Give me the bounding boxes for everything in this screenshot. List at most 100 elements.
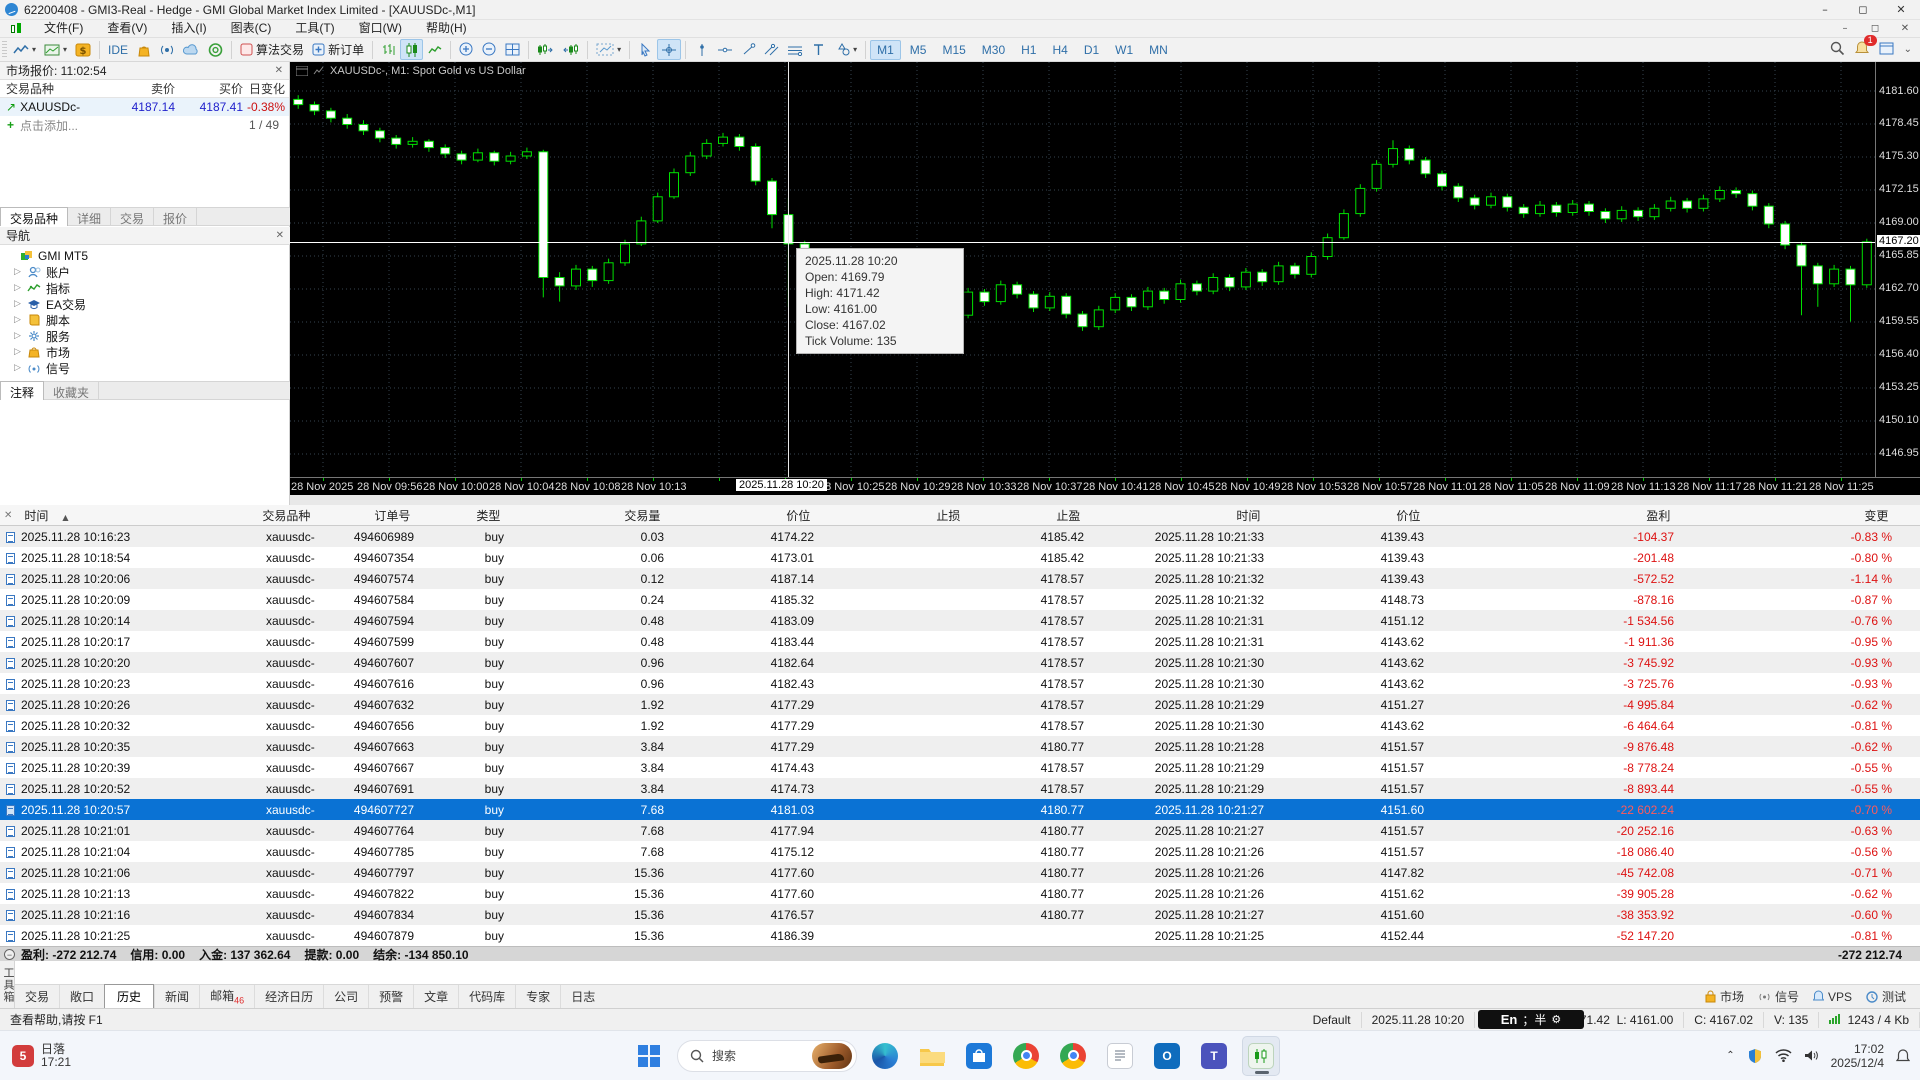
- tester-link[interactable]: 测试: [1866, 988, 1906, 1005]
- new-order-button[interactable]: 新订单: [308, 39, 368, 60]
- history-col-8[interactable]: 时间: [1086, 507, 1266, 524]
- history-close-icon[interactable]: ✕: [0, 510, 18, 521]
- expand-icon[interactable]: ▷: [14, 299, 26, 309]
- taskbar-clock[interactable]: 17:022025/12/4: [1831, 1042, 1884, 1070]
- expand-icon[interactable]: ▷: [14, 283, 26, 293]
- history-row[interactable]: 2025.11.28 10:20:35xauusdc-494607663buy3…: [0, 736, 1920, 757]
- start-button[interactable]: [630, 1036, 668, 1076]
- toolbox-tab-交易[interactable]: 交易: [15, 985, 59, 1008]
- toolbox-tab-敞口[interactable]: 敞口: [59, 985, 104, 1008]
- history-row[interactable]: 2025.11.28 10:20:39xauusdc-494607667buy3…: [0, 757, 1920, 778]
- taskbar-app-store[interactable]: [960, 1036, 998, 1076]
- market-watch-close-icon[interactable]: ✕: [275, 65, 283, 76]
- panels-icon[interactable]: [1879, 42, 1894, 58]
- menu-文件(F)[interactable]: 文件(F): [32, 20, 95, 37]
- child-close-button[interactable]: ✕: [1890, 20, 1920, 37]
- taskbar-app-edge[interactable]: [866, 1036, 904, 1076]
- menu-查看(V)[interactable]: 查看(V): [95, 20, 159, 37]
- timeframe-M15[interactable]: M15: [935, 40, 972, 60]
- community-button[interactable]: [204, 39, 227, 60]
- toolbox-tab-历史[interactable]: 历史: [104, 984, 154, 1009]
- child-restore-button[interactable]: ◻: [1860, 20, 1890, 37]
- menu-帮助(H)[interactable]: 帮助(H): [414, 20, 479, 37]
- history-col-4[interactable]: 交易量: [506, 507, 666, 524]
- ime-indicator[interactable]: En ；半 ⚙: [1478, 1010, 1584, 1029]
- mw-col-卖价[interactable]: 卖价: [105, 80, 175, 97]
- fibonacci-tool[interactable]: [783, 39, 807, 60]
- tray-chevron-icon[interactable]: ⌃: [1726, 1050, 1734, 1061]
- crosshair-tool-button[interactable]: [657, 39, 681, 60]
- signals-link[interactable]: 信号: [1758, 988, 1799, 1005]
- close-button[interactable]: ✕: [1882, 0, 1920, 19]
- cloud-button[interactable]: [179, 39, 204, 60]
- history-col-1[interactable]: 交易品种: [256, 507, 311, 524]
- timeframe-M30[interactable]: M30: [975, 40, 1012, 60]
- toolbox-tab-代码库[interactable]: 代码库: [458, 985, 515, 1008]
- collapse-summary-icon[interactable]: −: [4, 949, 15, 960]
- nav-item-市场[interactable]: ▷市场: [0, 344, 290, 360]
- speaker-icon[interactable]: [1804, 1049, 1819, 1062]
- toolbox-tab-预警[interactable]: 预警: [368, 985, 413, 1008]
- history-row[interactable]: 2025.11.28 10:21:13xauusdc-494607822buy1…: [0, 883, 1920, 904]
- history-row[interactable]: 2025.11.28 10:20:09xauusdc-494607584buy0…: [0, 589, 1920, 610]
- tab-报价[interactable]: 报价: [154, 208, 197, 225]
- history-row[interactable]: 2025.11.28 10:18:54xauusdc-494607354buy0…: [0, 547, 1920, 568]
- history-col-2[interactable]: 订单号: [311, 507, 416, 524]
- nav-item-指标[interactable]: ▷指标: [0, 280, 290, 296]
- notification-bell-icon[interactable]: [1896, 1049, 1910, 1063]
- history-row[interactable]: 2025.11.28 10:20:52xauusdc-494607691buy3…: [0, 778, 1920, 799]
- taskbar-app-outlook[interactable]: O: [1148, 1036, 1186, 1076]
- history-col-9[interactable]: 价位: [1266, 507, 1426, 524]
- history-row[interactable]: 2025.11.28 10:21:16xauusdc-494607834buy1…: [0, 904, 1920, 925]
- tab-交易品种[interactable]: 交易品种: [0, 207, 68, 226]
- toolbox-tab-专家[interactable]: 专家: [515, 985, 560, 1008]
- taskbar-search[interactable]: 搜索: [677, 1040, 857, 1072]
- toolbox-tab-新闻[interactable]: 新闻: [154, 985, 199, 1008]
- navigator-close-icon[interactable]: ✕: [276, 230, 284, 241]
- algo-trading-button[interactable]: 算法交易: [236, 39, 308, 60]
- expand-icon[interactable]: ▷: [14, 315, 26, 325]
- history-col-7[interactable]: 止盈: [966, 507, 1086, 524]
- taskbar-app-notes[interactable]: [1101, 1036, 1139, 1076]
- menu-工具(T)[interactable]: 工具(T): [283, 20, 346, 37]
- history-col-10[interactable]: 盈利: [1426, 507, 1676, 524]
- expand-icon[interactable]: ▷: [14, 267, 26, 277]
- tab-收藏夹[interactable]: 收藏夹: [44, 382, 99, 399]
- market-watch-row[interactable]: ↗XAUUSDc- 4187.14 4187.41 -0.38%: [0, 98, 289, 116]
- nav-root[interactable]: GMI MT5: [0, 248, 290, 264]
- taskbar-app-mt5[interactable]: [1242, 1036, 1280, 1076]
- cursor-tool-button[interactable]: [634, 39, 657, 60]
- status-profile[interactable]: Default: [1303, 1012, 1362, 1028]
- toolbox-tab-经济日历[interactable]: 经济日历: [254, 985, 323, 1008]
- candles-chart-button[interactable]: [400, 39, 423, 60]
- timeframe-H4[interactable]: H4: [1045, 40, 1074, 60]
- taskbar-app-teams[interactable]: T: [1195, 1036, 1233, 1076]
- timeframe-M1[interactable]: M1: [870, 40, 901, 60]
- tile-windows-button[interactable]: [501, 39, 524, 60]
- nav-item-脚本[interactable]: ▷脚本: [0, 312, 290, 328]
- taskbar-app-chrome-1[interactable]: [1007, 1036, 1045, 1076]
- market-store-button[interactable]: [132, 39, 155, 60]
- search-icon[interactable]: [1830, 41, 1845, 59]
- history-row[interactable]: 2025.11.28 10:20:06xauusdc-494607574buy0…: [0, 568, 1920, 589]
- mw-col-买价[interactable]: 买价: [175, 80, 243, 97]
- trendline-tool[interactable]: [737, 39, 760, 60]
- channel-tool[interactable]: [760, 39, 783, 60]
- tab-详细[interactable]: 详细: [68, 208, 111, 225]
- history-col-11[interactable]: 变更: [1676, 507, 1894, 524]
- history-row[interactable]: 2025.11.28 10:20:32xauusdc-494607656buy1…: [0, 715, 1920, 736]
- timeframe-MN[interactable]: MN: [1142, 40, 1175, 60]
- menu-插入(I)[interactable]: 插入(I): [159, 20, 218, 37]
- history-col-6[interactable]: 止损: [816, 507, 966, 524]
- defender-shield-icon[interactable]: [1747, 1048, 1763, 1064]
- history-row[interactable]: 2025.11.28 10:21:25xauusdc-494607879buy1…: [0, 925, 1920, 946]
- toolbox-vertical-tab[interactable]: 工具箱: [0, 961, 15, 1008]
- toolbox-tab-文章[interactable]: 文章: [413, 985, 458, 1008]
- history-row[interactable]: 2025.11.28 10:21:04xauusdc-494607785buy7…: [0, 841, 1920, 862]
- signals-button[interactable]: [155, 39, 179, 60]
- horizontal-line-tool[interactable]: [713, 39, 737, 60]
- market-link[interactable]: 市场: [1705, 988, 1744, 1005]
- timeframe-W1[interactable]: W1: [1108, 40, 1140, 60]
- zoom-in-button[interactable]: [455, 39, 478, 60]
- mw-col-日变化[interactable]: 日变化: [243, 80, 287, 97]
